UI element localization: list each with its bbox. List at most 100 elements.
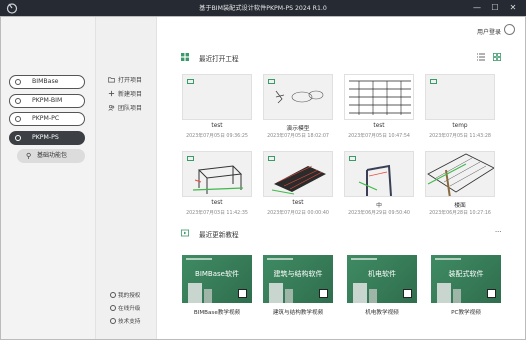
project-date: 2023年06月28日 10:27:16 [429,211,491,216]
basic-package-item[interactable]: ⚲ 基础功能包 [17,149,85,163]
project-name: test [211,200,223,206]
project-date: 2023年07月03日 11:42:35 [186,211,248,216]
tutorial-thumb-text: 机电软件 [368,270,396,278]
license-icon [110,292,116,298]
tutorial-thumb-text: 装配式软件 [448,270,484,278]
project-thumbnail [182,151,252,197]
project-card[interactable]: test 2023年07月05日 09:36:25 [182,74,252,139]
grid-icon [181,53,189,61]
open-project-button[interactable]: 打开项目 [108,75,142,84]
location-pin-icon: ⚲ [26,152,32,160]
tutorial-thumbnail: 装配式软件 [431,255,501,303]
project-card[interactable]: test 2023年07月05日 10:47:54 [344,74,414,139]
product-pkpm-ps-button[interactable]: PKPM-PS [9,131,85,145]
tech-support-label: 技术支持 [118,319,141,325]
tutorial-card[interactable]: 建筑与结构软件 建筑与结构教学视频 [263,255,333,316]
project-date: 2023年07月05日 10:47:54 [348,134,410,139]
project-card[interactable]: test 2023年07月03日 11:42:35 [182,151,252,216]
minimize-button[interactable]: — [470,1,484,15]
tutorial-thumb-text: BIMBase软件 [195,270,239,278]
project-card[interactable]: test 2023年07月02日 00:00:40 [263,151,333,216]
tutorial-card[interactable]: BIMBase软件 BIMBase教学视频 [182,255,252,316]
model-preview-icon [358,164,392,196]
product-pkpm-pc-button[interactable]: PKPM-PC [9,112,85,126]
grid-view-icon[interactable] [493,53,501,61]
monitor-icon [187,79,194,84]
tutorial-name: PC教学视频 [451,310,481,316]
qr-code-icon [319,289,328,298]
product-pkpm-bim-button[interactable]: PKPM-BIM [9,94,85,108]
product-label: PKPM-PS [32,134,59,141]
project-card[interactable]: 楼面 2023年06月28日 10:27:16 [425,151,495,216]
project-date: 2023年07月05日 09:36:25 [186,134,248,139]
tutorial-card[interactable]: 装配式软件 PC教学视频 [431,255,501,316]
monitor-icon [430,79,437,84]
user-login-link[interactable]: 用户登录 [477,27,501,36]
window-title: 基于BIM装配式设计软件PKPM-PS 2024 R1.0 [199,5,327,12]
project-thumbnail [425,151,495,197]
project-card[interactable]: 中 2023年06月29日 09:50:40 [344,151,414,216]
online-update-button[interactable]: 在线升级 [110,304,140,312]
project-date: 2023年07月02日 00:00:40 [267,211,329,216]
support-icon [110,318,116,324]
tutorial-name: 建筑与结构教学视频 [272,310,324,316]
model-preview-icon [275,90,324,104]
product-sidebar: BIMBase PKPM-BIM PKPM-PC PKPM-PS ⚲ 基础功能包 [1,17,95,339]
project-name: temp [452,123,468,129]
project-card[interactable]: 演示模型 2023年07月05日 18:02:07 [263,74,333,139]
project-thumbnail [425,74,495,120]
plus-icon [108,90,115,97]
open-project-label: 打开项目 [118,77,143,84]
product-bimbase-button[interactable]: BIMBase [9,75,85,89]
close-button[interactable]: ✕ [506,1,520,15]
project-date: 2023年07月05日 18:02:07 [267,134,329,139]
maximize-button[interactable]: ☐ [488,1,502,15]
qr-code-icon [487,289,496,298]
tutorial-thumbnail: 机电软件 [347,255,417,303]
new-project-button[interactable]: 新建项目 [108,89,142,98]
product-icon [15,98,21,104]
project-name: 演示模型 [286,126,310,132]
folder-icon [108,77,115,83]
product-icon [15,116,21,122]
tutorial-thumbnail: 建筑与结构软件 [263,255,333,303]
avatar-icon[interactable] [504,24,515,35]
model-preview-icon [192,165,244,194]
model-preview-icon [271,165,326,195]
title-bar: 基于BIM装配式设计软件PKPM-PS 2024 R1.0 — ☐ ✕ [0,0,526,16]
team-project-button[interactable]: 团队项目 [108,103,142,112]
project-date: 2023年06月29日 09:50:40 [348,211,410,216]
project-thumbnail [263,151,333,197]
model-preview-icon [427,153,494,196]
project-date: 2023年07月05日 11:43:28 [429,134,491,139]
model-preview-icon [349,80,411,115]
product-label: BIMBase [32,78,59,85]
team-icon [108,104,115,111]
tutorial-thumbnail: BIMBase软件 [182,255,252,303]
new-project-label: 新建项目 [118,91,143,98]
main-content: 用户登录 最近打开工程 test 2023年07月05日 09:36:25 演示… [157,17,525,339]
basic-package-label: 基础功能包 [37,152,68,159]
project-name: test [292,200,304,206]
product-icon [15,79,21,85]
license-button[interactable]: 我的授权 [110,291,140,299]
license-label: 我的授权 [118,293,141,299]
project-thumbnail [344,74,414,120]
more-tutorials-button[interactable]: ··· [495,228,501,236]
action-panel: 打开项目 新建项目 团队项目 我的授权 在线升级 技术支持 [95,17,157,339]
project-name: 中 [376,203,382,209]
recent-projects-title: 最近打开工程 [199,55,239,63]
list-view-icon[interactable] [477,53,485,61]
tutorial-card[interactable]: 机电软件 机电教学视频 [347,255,417,316]
app-window: BIMBase PKPM-BIM PKPM-PC PKPM-PS ⚲ 基础功能包… [0,16,526,340]
qr-code-icon [238,289,247,298]
monitor-icon [268,79,275,84]
project-thumbnail [182,74,252,120]
project-name: test [211,123,223,129]
video-icon [181,229,189,237]
tech-support-button[interactable]: 技术支持 [110,317,140,325]
recent-tutorials-title: 最近更新教程 [199,231,239,239]
tutorial-name: 机电教学视频 [365,310,399,316]
update-icon [110,305,116,311]
project-card[interactable]: temp 2023年07月05日 11:43:28 [425,74,495,139]
